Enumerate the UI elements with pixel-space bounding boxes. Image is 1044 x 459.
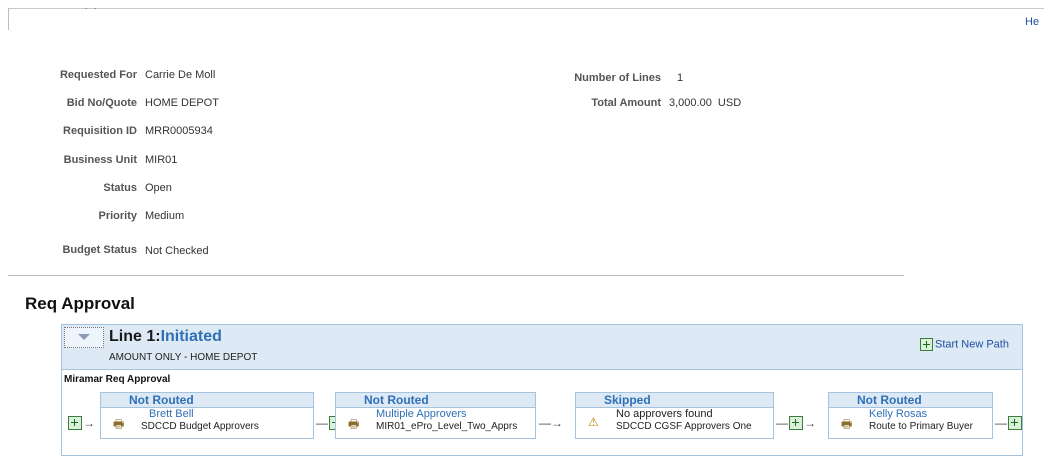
stage-description: MIR01_ePro_Level_Two_Apprs	[376, 421, 518, 432]
collapse-button[interactable]	[64, 327, 104, 348]
top-border	[8, 8, 1044, 9]
requisition-id-value: MRR0005934	[145, 125, 213, 137]
priority-value: Medium	[145, 210, 185, 222]
left-border-mark	[8, 8, 9, 30]
approval-stage-2: Not Routed 🖶 Multiple Approvers MIR01_eP…	[335, 392, 536, 439]
stage-approver-link[interactable]: Multiple Approvers	[376, 408, 467, 420]
printer-icon: 🖶	[841, 417, 853, 431]
stage-status: Skipped	[576, 393, 773, 408]
insert-approver-connector-1: →	[67, 415, 95, 430]
number-of-lines-label: Number of Lines	[574, 72, 661, 84]
stage-description: SDCCD Budget Approvers	[141, 421, 259, 432]
req-approval-title: Req Approval	[25, 294, 135, 313]
line-label: Line 1:	[109, 328, 161, 345]
start-new-path-button[interactable]: Start New Path	[920, 338, 1009, 351]
start-new-path-label: Start New Path	[935, 338, 1009, 351]
approval-stage-4: Not Routed 🖶 Kelly Rosas Route to Primar…	[828, 392, 993, 439]
status-label: Status	[103, 182, 137, 194]
approval-stage-3: Skipped ⚠ No approvers found SDCCD CGSF …	[575, 392, 774, 439]
requested-for-label: Requested For	[59, 69, 137, 81]
requested-for-value: Carrie De Moll	[145, 69, 216, 81]
printer-icon: 🖶	[113, 417, 125, 431]
line-connector-icon: —	[995, 415, 1007, 430]
insert-approver-plus-icon[interactable]	[1008, 415, 1022, 430]
total-amount-value: 3,000.00 USD	[669, 97, 742, 109]
printer-icon: 🖶	[348, 417, 360, 431]
priority-label: Priority	[98, 210, 137, 222]
add-plus-icon	[920, 338, 933, 351]
warning-icon: ⚠	[588, 415, 599, 429]
insert-approver-plus-icon[interactable]	[68, 415, 82, 430]
line-connector-icon: —	[316, 415, 328, 430]
stage-approver-text: No approvers found	[616, 408, 713, 420]
insert-approver-connector-4: — →	[776, 415, 816, 430]
help-link[interactable]: He	[1025, 16, 1039, 28]
collapse-triangle-icon	[78, 334, 90, 340]
stage-approver-link[interactable]: Kelly Rosas	[869, 408, 927, 420]
line-description: AMOUNT ONLY - HOME DEPOT	[109, 352, 258, 363]
stage-status: Not Routed	[829, 393, 992, 408]
connector-3: —→	[539, 415, 563, 430]
stage-approver-link[interactable]: Brett Bell	[149, 408, 194, 420]
top-dots: . .	[85, 1, 99, 11]
arrow-right-icon: —→	[539, 415, 563, 430]
insert-approver-plus-icon[interactable]	[789, 415, 803, 430]
stage-description: Route to Primary Buyer	[869, 421, 973, 432]
insert-approver-connector-5: —	[995, 415, 1023, 430]
approval-panel-header: Line 1:Initiated AMOUNT ONLY - HOME DEPO…	[62, 325, 1022, 370]
business-unit-label: Business Unit	[63, 154, 137, 166]
path-name: Miramar Req Approval	[64, 374, 171, 385]
line-status: Initiated	[160, 328, 222, 345]
approval-panel: Line 1:Initiated AMOUNT ONLY - HOME DEPO…	[61, 324, 1023, 456]
budget-status-label: Budget Status	[62, 244, 137, 256]
stage-status: Not Routed	[101, 393, 313, 408]
total-amount-label: Total Amount	[591, 97, 661, 109]
budget-status-value: Not Checked	[145, 245, 209, 257]
requisition-id-label: Requisition ID	[63, 125, 137, 137]
arrow-right-icon: →	[804, 415, 816, 430]
business-unit-value: MIR01	[145, 154, 178, 166]
section-divider	[8, 275, 904, 276]
line-connector-icon: —	[776, 415, 788, 430]
stage-status: Not Routed	[336, 393, 535, 408]
arrow-right-icon: →	[83, 415, 95, 430]
status-value: Open	[145, 182, 172, 194]
bid-no-quote-label: Bid No/Quote	[66, 97, 137, 109]
approval-stage-1: Not Routed 🖶 Brett Bell SDCCD Budget App…	[100, 392, 314, 439]
stage-description: SDCCD CGSF Approvers One	[616, 421, 752, 432]
number-of-lines-value: 1	[677, 72, 684, 84]
line-title: Line 1:Initiated	[109, 328, 222, 346]
bid-no-quote-value: HOME DEPOT	[145, 97, 219, 109]
